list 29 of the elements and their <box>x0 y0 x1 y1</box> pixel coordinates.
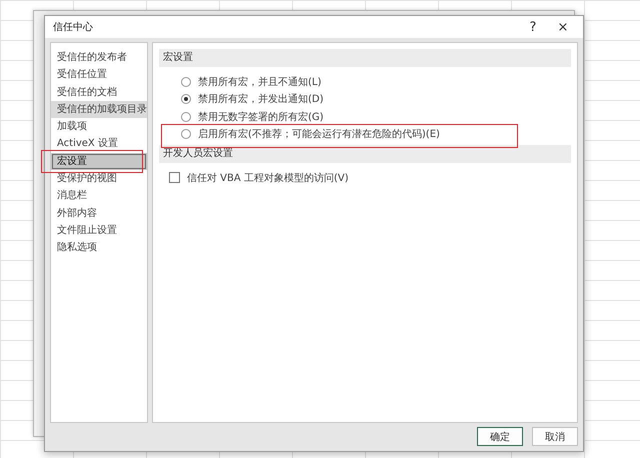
radio-button[interactable] <box>181 129 191 140</box>
window-title: 信任中心 <box>53 20 94 34</box>
checkbox[interactable] <box>169 172 180 184</box>
radio-button[interactable] <box>181 76 191 87</box>
option-label: 禁用无数字签署的所有宏(G) <box>198 110 324 124</box>
cancel-button[interactable]: 取消 <box>532 427 578 446</box>
ok-button[interactable]: 确定 <box>477 427 523 446</box>
sidebar-item[interactable]: 文件阻止设置 <box>51 222 147 240</box>
sidebar-item[interactable]: 消息栏 <box>51 187 147 205</box>
section-heading: 宏设置 <box>159 49 571 67</box>
sidebar-item[interactable]: 受信任的加载项目录 <box>51 100 147 118</box>
option-label: 禁用所有宏，并且不通知(L) <box>198 76 322 89</box>
sidebar-item[interactable]: 受信任位置 <box>51 66 147 84</box>
sidebar-item[interactable]: 隐私选项 <box>51 239 147 257</box>
option-label: 启用所有宏(不推荐；可能会运行有潜在危险的代码)(E) <box>198 128 440 142</box>
sidebar-item[interactable]: 受保护的视图 <box>51 170 147 188</box>
checkbox-label: 信任对 VBA 工程对象模型的访问(V) <box>187 172 349 185</box>
radio-button[interactable] <box>181 94 191 104</box>
sidebar-item[interactable]: 宏设置 <box>51 152 147 170</box>
sidebar-item[interactable]: 受信任的文档 <box>51 84 147 101</box>
sidebar-item[interactable]: 加载项 <box>51 118 147 136</box>
sidebar-item[interactable]: 外部内容 <box>51 204 147 222</box>
sidebar-item[interactable]: ActiveX 设置 <box>51 135 147 153</box>
option-label: 禁用所有宏，并发出通知(D) <box>198 92 324 106</box>
section-heading: 开发人员宏设置 <box>159 145 571 163</box>
sidebar-item[interactable]: 受信任的发布者 <box>51 49 147 66</box>
close-button[interactable]: × <box>551 20 575 34</box>
radio-button[interactable] <box>181 112 191 122</box>
help-button[interactable]: ? <box>521 20 545 34</box>
